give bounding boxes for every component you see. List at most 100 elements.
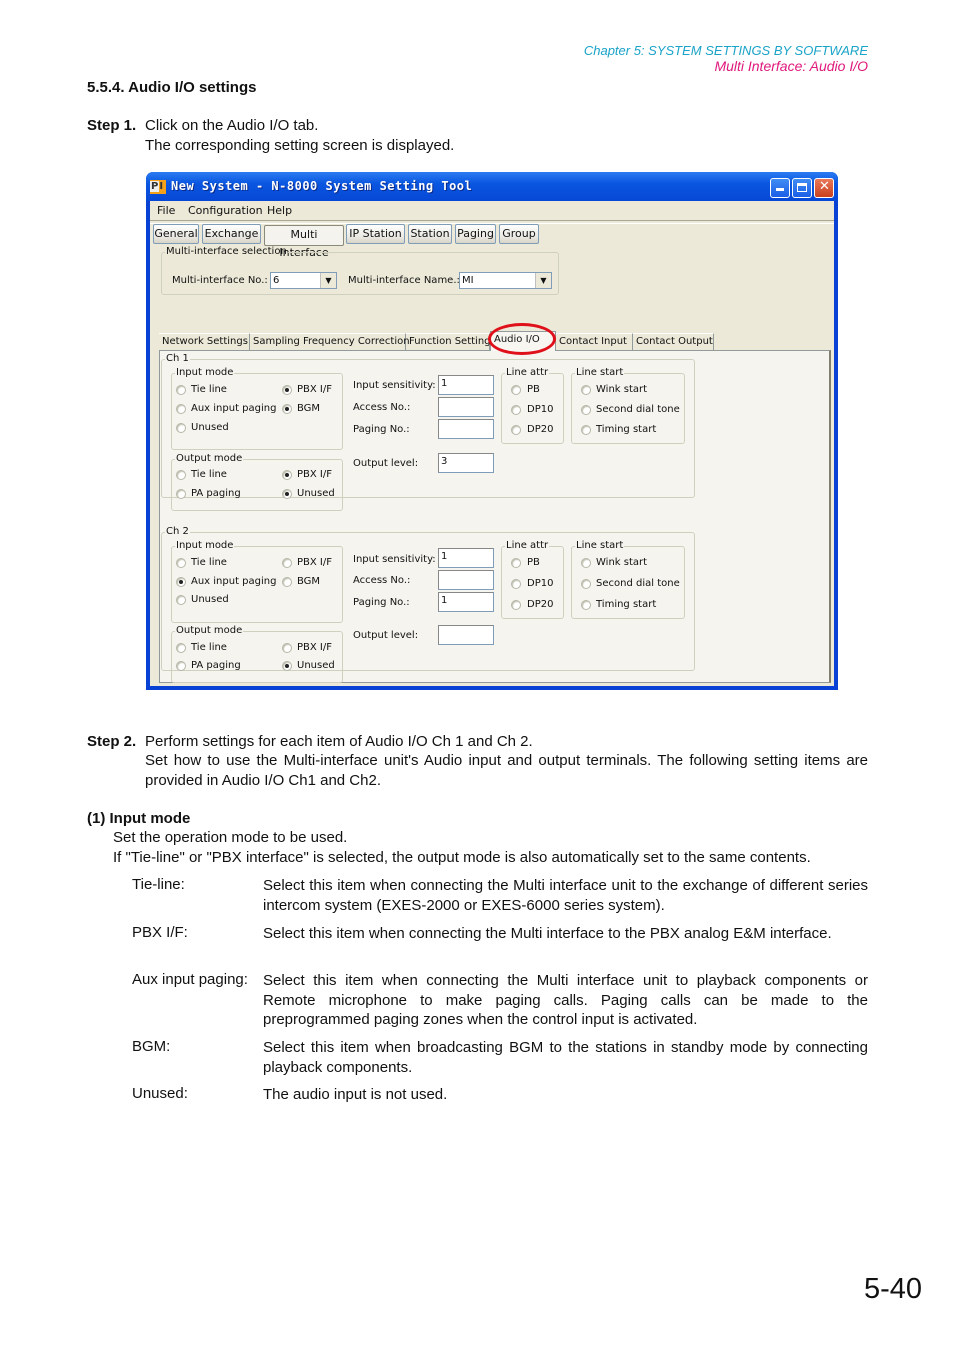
ch1-in-tie-line-radio[interactable]	[176, 385, 186, 395]
ch2-paging-no-field[interactable]: 1	[438, 592, 494, 612]
ch1-output-level-label: Output level:	[353, 458, 419, 469]
ch1-access-no-field[interactable]	[438, 397, 494, 417]
ch1-out-pbx-radio[interactable]	[282, 470, 292, 480]
ch2-wink-start-radio[interactable]	[581, 558, 591, 568]
ch2-in-aux-radio[interactable]	[176, 577, 186, 587]
ch2-in-tie-line-radio[interactable]	[176, 558, 186, 568]
mi-name-select[interactable]: MI ▼	[459, 272, 552, 289]
ch1-wink-start-radio[interactable]	[581, 385, 591, 395]
ch2-output-level-label: Output level:	[353, 630, 419, 641]
ch2-access-no-field[interactable]	[438, 570, 494, 590]
subtab-sampling-frequency[interactable]: Sampling Frequency Correction	[250, 333, 410, 350]
page-number: 5-40	[863, 1273, 922, 1305]
chevron-down-icon[interactable]: ▼	[320, 273, 336, 288]
ch2-out-tie-line-label: Tie line	[191, 642, 227, 653]
ch1-second-dial-radio[interactable]	[581, 405, 591, 415]
ch2-pb-radio[interactable]	[511, 558, 521, 568]
ch2-dp10-radio[interactable]	[511, 579, 521, 589]
chapter-header: Chapter 5: SYSTEM SETTINGS BY SOFTWARE	[583, 43, 868, 58]
def-term: Unused:	[132, 1085, 188, 1102]
ch1-dp20-radio[interactable]	[511, 425, 521, 435]
ch1-line-start-legend: Line start	[576, 367, 624, 378]
ch1-out-pa-radio[interactable]	[176, 489, 186, 499]
ch1-out-tie-line-radio[interactable]	[176, 470, 186, 480]
ch1-out-tie-line-label: Tie line	[191, 469, 227, 480]
step2-line1: Perform settings for each item of Audio …	[145, 733, 533, 750]
subtab-function-settings[interactable]: Function Settings	[406, 333, 496, 350]
ch2-pb-label: PB	[527, 557, 540, 568]
mi-no-value: 6	[273, 275, 280, 286]
tab-group[interactable]: Group	[499, 224, 539, 244]
tab-paging[interactable]: Paging	[455, 224, 496, 244]
subtab-network-settings[interactable]: Network Settings	[159, 333, 250, 350]
ch1-dp10-radio[interactable]	[511, 405, 521, 415]
ch1-paging-no-label: Paging No.:	[353, 424, 410, 435]
ch2-dp20-label: DP20	[527, 599, 554, 610]
highlight-circle	[488, 323, 556, 355]
ch2-in-unused-label: Unused	[191, 594, 229, 605]
tab-multi-interface[interactable]: Multi Interface	[264, 225, 344, 259]
ch2-second-dial-radio[interactable]	[581, 579, 591, 589]
def-desc: Select this item when connecting the Mul…	[263, 972, 868, 1028]
menu-file[interactable]: File	[157, 204, 175, 217]
maximize-icon	[797, 183, 807, 192]
mi-no-select[interactable]: 6 ▼	[270, 272, 337, 289]
minimize-button[interactable]	[770, 178, 790, 198]
ch2-legend: Ch 2	[166, 526, 189, 537]
def-term: BGM:	[132, 1038, 171, 1055]
ch2-out-pbx-radio[interactable]	[282, 643, 292, 653]
menu-bar: File Configuration Help	[150, 201, 834, 220]
ch1-out-unused-label: Unused	[297, 488, 335, 499]
ch1-out-unused-radio[interactable]	[282, 489, 292, 499]
ch1-output-level-field[interactable]: 3	[438, 453, 494, 473]
ch2-timing-start-radio[interactable]	[581, 600, 591, 610]
ch1-out-pa-label: PA paging	[191, 488, 241, 499]
input-mode-line1: Set the operation mode to be used.	[113, 829, 348, 846]
close-button[interactable]: ✕	[814, 178, 834, 198]
ch2-out-pa-radio[interactable]	[176, 661, 186, 671]
def-desc: The audio input is not used.	[263, 1086, 448, 1103]
step2-label: Step 2.	[87, 733, 137, 750]
ch1-line-attr-legend: Line attr	[506, 367, 549, 378]
app-window: PI New System - N-8000 System Setting To…	[146, 172, 838, 690]
chevron-down-icon[interactable]: ▼	[535, 273, 551, 288]
tab-exchange[interactable]: Exchange	[202, 224, 261, 244]
ch1-input-sensitivity-field[interactable]: 1	[438, 375, 494, 395]
ch2-in-pbx-radio[interactable]	[282, 558, 292, 568]
ch1-input-mode-legend: Input mode	[176, 367, 234, 378]
ch1-in-aux-radio[interactable]	[176, 404, 186, 414]
title-bar[interactable]: PI New System - N-8000 System Setting To…	[146, 172, 838, 201]
ch1-output-mode-legend: Output mode	[176, 453, 243, 464]
mi-no-label: Multi-interface No.:	[172, 275, 268, 286]
ch2-input-sensitivity-field[interactable]: 1	[438, 548, 494, 568]
tab-station[interactable]: Station	[408, 224, 452, 244]
ch1-paging-no-field[interactable]	[438, 419, 494, 439]
menu-configuration[interactable]: Configuration	[188, 204, 263, 217]
ch1-in-unused-radio[interactable]	[176, 423, 186, 433]
ch1-timing-start-radio[interactable]	[581, 425, 591, 435]
ch1-timing-start-label: Timing start	[596, 424, 657, 435]
ch2-in-unused-radio[interactable]	[176, 595, 186, 605]
section-title: 5.5.4. Audio I/O settings	[87, 79, 257, 96]
ch2-paging-no-label: Paging No.:	[353, 597, 410, 608]
ch1-output-mode-group: Output mode	[171, 454, 343, 511]
ch2-in-bgm-radio[interactable]	[282, 577, 292, 587]
ch1-dp20-label: DP20	[527, 424, 554, 435]
ch1-in-bgm-radio[interactable]	[282, 404, 292, 414]
tab-general[interactable]: General	[153, 224, 199, 244]
ch2-out-unused-radio[interactable]	[282, 661, 292, 671]
ch1-pb-radio[interactable]	[511, 385, 521, 395]
ch1-input-sensitivity-label: Input sensitivity:	[353, 380, 436, 391]
menu-help[interactable]: Help	[267, 204, 292, 217]
maximize-button[interactable]	[792, 178, 812, 198]
subtab-contact-input[interactable]: Contact Input	[556, 333, 633, 350]
ch2-out-unused-label: Unused	[297, 660, 335, 671]
tab-ip-station[interactable]: IP Station	[346, 224, 405, 244]
ch2-output-level-field[interactable]	[438, 625, 494, 645]
ch2-out-tie-line-radio[interactable]	[176, 643, 186, 653]
ch1-in-unused-label: Unused	[191, 422, 229, 433]
ch1-in-pbx-radio[interactable]	[282, 385, 292, 395]
subtab-contact-output[interactable]: Contact Output	[633, 333, 714, 350]
def-desc: Select this item when connecting the Mul…	[263, 877, 868, 914]
ch2-dp20-radio[interactable]	[511, 600, 521, 610]
